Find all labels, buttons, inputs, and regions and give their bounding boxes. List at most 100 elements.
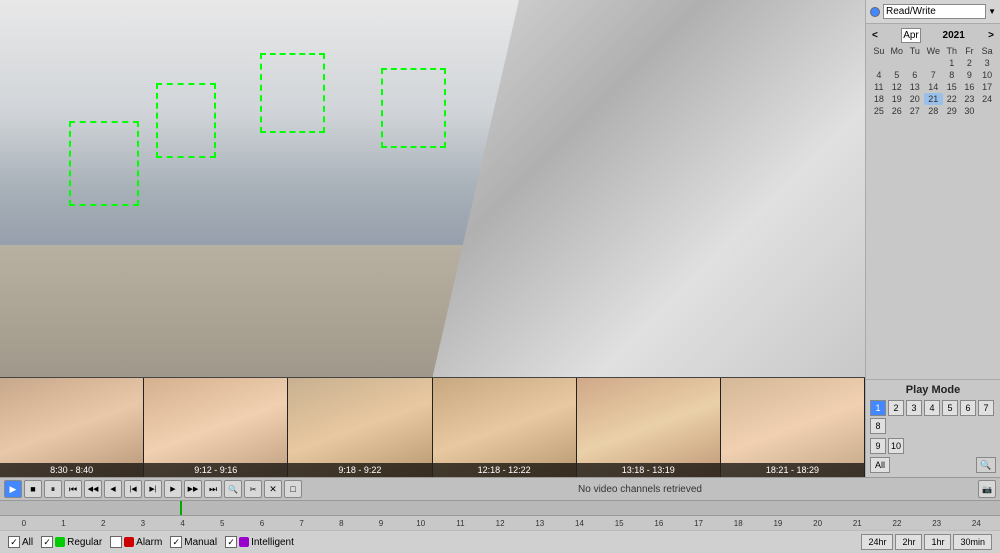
play-mode-btn-1[interactable]: 1 xyxy=(870,400,886,416)
cal-prev-btn[interactable]: < xyxy=(870,30,880,41)
cal-day-29[interactable]: 29 xyxy=(943,105,961,117)
cal-day-19[interactable]: 19 xyxy=(888,93,906,105)
cal-day-22[interactable]: 22 xyxy=(943,93,961,105)
tl-19: 19 xyxy=(758,519,798,528)
thumbnail-5[interactable]: 13:18 - 13:19 xyxy=(577,378,721,477)
next-frame-button[interactable]: ▶| xyxy=(144,480,162,498)
cal-day-23[interactable]: 23 xyxy=(961,93,979,105)
legend-manual-check[interactable]: ✓ xyxy=(170,536,182,548)
cal-day-15[interactable]: 15 xyxy=(943,81,961,93)
dropdown-arrow-icon: ▼ xyxy=(988,7,996,16)
legend-intelligent-check[interactable]: ✓ xyxy=(225,536,237,548)
thumbnail-2[interactable]: 9:12 - 9:16 xyxy=(144,378,288,477)
prev-section-button[interactable]: ⏮ xyxy=(64,480,82,498)
pause-button[interactable]: ⏸ xyxy=(44,480,62,498)
cal-day-16[interactable]: 16 xyxy=(961,81,979,93)
thumbnail-1[interactable]: 8:30 - 8:40 xyxy=(0,378,144,477)
stop-button[interactable]: ■ xyxy=(24,480,42,498)
play-mode-btn-9[interactable]: 9 xyxy=(870,438,886,454)
smart-search-button[interactable]: 🔍 xyxy=(224,480,242,498)
tl-11: 11 xyxy=(441,519,481,528)
cal-day-20[interactable]: 20 xyxy=(906,93,924,105)
thumbnail-3[interactable]: 9:18 - 9:22 xyxy=(288,378,432,477)
tl-3: 3 xyxy=(123,519,163,528)
time-btn-1hr[interactable]: 1hr xyxy=(924,534,951,550)
cal-day-12[interactable]: 12 xyxy=(888,81,906,93)
cal-day-28[interactable]: 28 xyxy=(924,105,943,117)
legend-regular-label: Regular xyxy=(67,537,102,548)
clip-button[interactable]: ✂ xyxy=(244,480,262,498)
rw-select[interactable]: Read/Write xyxy=(883,4,986,19)
play-mode-btn-5[interactable]: 5 xyxy=(942,400,958,416)
search-button[interactable]: 🔍 xyxy=(976,457,996,473)
main-area: 8:30 - 8:40 9:12 - 9:16 9:18 - 9:22 12:1… xyxy=(0,0,1000,477)
cal-day-4[interactable]: 4 xyxy=(870,69,888,81)
cal-day-we: We xyxy=(924,45,943,57)
thumbnail-4[interactable]: 12:18 - 12:22 xyxy=(433,378,577,477)
play-mode-btn-7[interactable]: 7 xyxy=(978,400,994,416)
play-mode-btn-3[interactable]: 3 xyxy=(906,400,922,416)
cal-week-3: 11 12 13 14 15 16 17 xyxy=(870,81,996,93)
tl-8: 8 xyxy=(322,519,362,528)
cal-day-14[interactable]: 14 xyxy=(924,81,943,93)
play-button[interactable]: ▶ xyxy=(4,480,22,498)
status-text: No video channels retrieved xyxy=(304,484,976,495)
play-mode-btn-10[interactable]: 10 xyxy=(888,438,904,454)
cal-day-21[interactable]: 21 xyxy=(924,93,943,105)
thumb-time-2: 9:12 - 9:16 xyxy=(144,463,287,477)
tl-9: 9 xyxy=(361,519,401,528)
tl-12: 12 xyxy=(480,519,520,528)
time-btn-24hr[interactable]: 24hr xyxy=(861,534,893,550)
play-mode-btn-8[interactable]: 8 xyxy=(870,418,886,434)
fast-fwd-button[interactable]: ▶▶ xyxy=(184,480,202,498)
cal-day-26[interactable]: 26 xyxy=(888,105,906,117)
cal-next-btn[interactable]: > xyxy=(986,30,996,41)
legend-intelligent-label: Intelligent xyxy=(251,537,294,548)
slow-rewind-button[interactable]: ◀ xyxy=(104,480,122,498)
cal-day-5[interactable]: 5 xyxy=(888,69,906,81)
time-btn-2hr[interactable]: 2hr xyxy=(895,534,922,550)
face-detection-box-1 xyxy=(69,121,139,206)
cal-day-7[interactable]: 7 xyxy=(924,69,943,81)
cal-day-6[interactable]: 6 xyxy=(906,69,924,81)
legend-all-check[interactable]: ✓ xyxy=(8,536,20,548)
calendar-section: < Apr 2021 > Su Mo Tu We Th Fr Sa xyxy=(866,24,1000,379)
legend-alarm-check[interactable] xyxy=(110,536,122,548)
prev-frame-button[interactable]: |◀ xyxy=(124,480,142,498)
next-section-button[interactable]: ⏭ xyxy=(204,480,222,498)
fast-rewind-button[interactable]: ◀◀ xyxy=(84,480,102,498)
cal-day-11[interactable]: 11 xyxy=(870,81,888,93)
cal-day-3[interactable]: 3 xyxy=(978,57,996,69)
cal-year: 2021 xyxy=(943,30,965,41)
cal-day-13[interactable]: 13 xyxy=(906,81,924,93)
fullscreen-button[interactable]: □ xyxy=(284,480,302,498)
tl-1: 1 xyxy=(44,519,84,528)
slow-fwd-button[interactable]: ▶ xyxy=(164,480,182,498)
cal-day-9[interactable]: 9 xyxy=(961,69,979,81)
cal-day-18[interactable]: 18 xyxy=(870,93,888,105)
play-mode-btn-4[interactable]: 4 xyxy=(924,400,940,416)
cal-day-17[interactable]: 17 xyxy=(978,81,996,93)
time-btn-30min[interactable]: 30min xyxy=(953,534,992,550)
play-mode-section: Play Mode 1 2 3 4 5 6 7 8 9 10 All 🔍 xyxy=(866,379,1000,477)
thumb-time-1: 8:30 - 8:40 xyxy=(0,463,143,477)
cal-month-select[interactable]: Apr xyxy=(901,28,921,43)
tl-24: 24 xyxy=(957,519,997,528)
cal-day-27[interactable]: 27 xyxy=(906,105,924,117)
play-mode-btn-2[interactable]: 2 xyxy=(888,400,904,416)
thumbnail-6[interactable]: 18:21 - 18:29 xyxy=(721,378,865,477)
close-button[interactable]: ✕ xyxy=(264,480,282,498)
cal-day-1[interactable]: 1 xyxy=(943,57,961,69)
play-mode-btn-all[interactable]: All xyxy=(870,457,890,473)
cal-day-2[interactable]: 2 xyxy=(961,57,979,69)
play-mode-btn-6[interactable]: 6 xyxy=(960,400,976,416)
cal-day-8[interactable]: 8 xyxy=(943,69,961,81)
legend-regular-check[interactable]: ✓ xyxy=(41,536,53,548)
cal-day-24[interactable]: 24 xyxy=(978,93,996,105)
camera-toggle-button[interactable]: 📷 xyxy=(978,480,996,498)
timeline-track[interactable] xyxy=(0,501,1000,516)
cal-day-30[interactable]: 30 xyxy=(961,105,979,117)
cal-day-25[interactable]: 25 xyxy=(870,105,888,117)
rw-radio[interactable] xyxy=(870,7,880,17)
cal-day-10[interactable]: 10 xyxy=(978,69,996,81)
